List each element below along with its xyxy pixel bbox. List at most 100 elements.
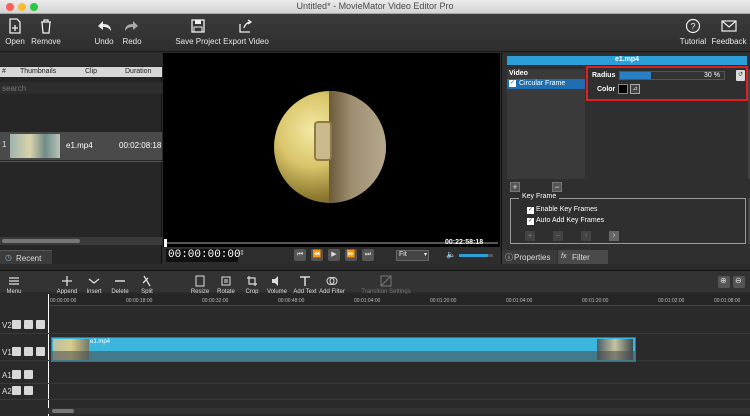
zoom-out-button[interactable]: ⊖: [733, 276, 745, 288]
scrollbar-thumb[interactable]: [52, 409, 74, 413]
tool-transition-settings[interactable]: Transition Settings: [360, 275, 412, 295]
save-project-button[interactable]: Save Project: [175, 18, 221, 46]
color-picker-icon[interactable]: ⊿: [630, 84, 640, 94]
feedback-button[interactable]: Feedback: [711, 18, 747, 46]
track-divider: [0, 383, 750, 384]
filter-icon: [326, 275, 338, 287]
volume-icon[interactable]: 🔈: [446, 250, 456, 259]
tool-volume[interactable]: Volume: [266, 275, 288, 295]
lock-icon[interactable]: [24, 370, 33, 379]
fast-forward-button[interactable]: ⏩: [345, 249, 357, 261]
clip-duration: 00:02:08:18: [119, 141, 162, 150]
zoom-out-icon: ⊖: [735, 276, 742, 285]
remove-button[interactable]: Remove: [30, 18, 62, 46]
mute-icon[interactable]: [12, 347, 21, 356]
crop-icon: [246, 275, 258, 287]
video-preview: 00:22:58:18 00:00:00:00 ⇕ ⏮ ⏪ ▶ ⏩ ⏭ Fit …: [163, 53, 500, 264]
redo-button[interactable]: Redo: [120, 18, 144, 46]
eye-icon[interactable]: [24, 347, 33, 356]
export-video-button[interactable]: Export Video: [223, 18, 269, 46]
color-swatch[interactable]: [618, 84, 628, 94]
remove-filter-button[interactable]: −: [552, 182, 562, 192]
add-filter-button[interactable]: +: [510, 182, 520, 192]
tutorial-button[interactable]: ? Tutorial: [679, 18, 707, 46]
track-divider: [0, 333, 750, 334]
zoom-value: Fit: [399, 251, 407, 258]
mute-icon[interactable]: [12, 386, 21, 395]
ruler-tick-label: 00:01:20:00: [430, 298, 457, 304]
radius-slider[interactable]: 30 %: [619, 71, 725, 80]
volume-slider[interactable]: [459, 254, 493, 257]
row-divider: [0, 161, 162, 162]
checkbox-checked-icon[interactable]: ✓: [509, 80, 516, 87]
skip-start-button[interactable]: ⏮: [294, 249, 306, 261]
tool-menu-label: Menu: [6, 289, 22, 295]
ruler-tick-label: 00:00:48:00: [278, 298, 305, 304]
reset-icon[interactable]: ↺: [736, 70, 745, 81]
feedback-label: Feedback: [711, 37, 747, 46]
volume-icon: [271, 275, 283, 287]
tool-delete[interactable]: Delete: [109, 275, 131, 295]
scrubber-handle[interactable]: [164, 239, 167, 247]
undo-label: Undo: [94, 37, 114, 46]
remove-keyframe-button[interactable]: −: [553, 231, 563, 241]
tool-add-text[interactable]: Add Text: [292, 275, 318, 295]
volume-fill: [459, 254, 488, 257]
export-icon: [238, 18, 254, 34]
play-button[interactable]: ▶: [328, 249, 340, 261]
eye-icon[interactable]: [24, 320, 33, 329]
ruler-tick-label: 00:01:08:00: [714, 298, 741, 304]
add-keyframe-button[interactable]: +: [525, 231, 535, 241]
clip-row[interactable]: 1 e1.mp4 00:02:08:18: [0, 132, 162, 160]
tool-menu[interactable]: Menu: [4, 275, 24, 295]
tool-crop[interactable]: Crop: [242, 275, 262, 295]
tool-add-filter[interactable]: Add Filter: [318, 275, 346, 295]
rewind-button[interactable]: ⏪: [311, 249, 323, 261]
timeline-hscrollbar[interactable]: [48, 408, 750, 414]
tool-append[interactable]: Append: [56, 275, 78, 295]
timecode-stepper[interactable]: ⇕: [239, 249, 245, 257]
timeline-ruler[interactable]: [48, 294, 750, 306]
undo-button[interactable]: Undo: [92, 18, 116, 46]
mute-icon[interactable]: [12, 370, 21, 379]
col-number: #: [2, 68, 6, 75]
track-name: V2: [2, 321, 12, 330]
tab-filter[interactable]: fx Filter: [558, 250, 608, 264]
tab-filter-label: Filter: [572, 253, 590, 262]
col-duration: Duration: [125, 68, 152, 75]
zoom-in-button[interactable]: ⊕: [718, 276, 730, 288]
timecode-field[interactable]: 00:00:00:00: [166, 249, 241, 262]
prev-keyframe-button[interactable]: ‹: [581, 231, 591, 241]
tab-properties[interactable]: ⓘ Properties: [502, 250, 557, 264]
filters-panel: e1.mp4 Video ✓ Circular Frame Radius 30 …: [501, 53, 750, 264]
checkbox-checked-icon: ✓: [527, 218, 534, 225]
tab-recent[interactable]: ◷ Recent: [0, 250, 52, 264]
playhead[interactable]: [48, 294, 49, 416]
search-input[interactable]: [0, 82, 162, 94]
lock-icon[interactable]: [36, 320, 45, 329]
zoom-select[interactable]: Fit ▾: [396, 250, 429, 261]
clips-hscrollbar[interactable]: [0, 237, 162, 245]
tool-resize[interactable]: Resize: [189, 275, 211, 295]
save-project-label: Save Project: [175, 37, 221, 46]
tutorial-label: Tutorial: [679, 37, 707, 46]
lock-icon[interactable]: [36, 347, 45, 356]
ruler-tick-label: 00:00:32:00: [202, 298, 229, 304]
plus-icon: [61, 275, 73, 287]
total-duration: 00:22:58:18: [445, 239, 484, 246]
open-button[interactable]: Open: [4, 18, 26, 46]
timeline-clip[interactable]: e1.mp4: [51, 337, 636, 362]
filter-item-label: Circular Frame: [519, 80, 566, 87]
next-keyframe-button[interactable]: ›: [609, 231, 619, 241]
tool-split[interactable]: Split: [136, 275, 158, 295]
tool-insert[interactable]: Insert: [83, 275, 105, 295]
mute-icon[interactable]: [12, 320, 21, 329]
tool-rotate[interactable]: Rotate: [215, 275, 237, 295]
transition-icon: [380, 275, 392, 287]
filter-list: Video ✓ Circular Frame: [507, 69, 585, 179]
preview-scrubber[interactable]: 00:22:58:18: [163, 239, 500, 247]
lock-icon[interactable]: [24, 386, 33, 395]
scrollbar-thumb[interactable]: [2, 239, 80, 243]
skip-end-button[interactable]: ⏭: [362, 249, 374, 261]
filter-item-circular-frame[interactable]: ✓ Circular Frame: [507, 79, 585, 89]
